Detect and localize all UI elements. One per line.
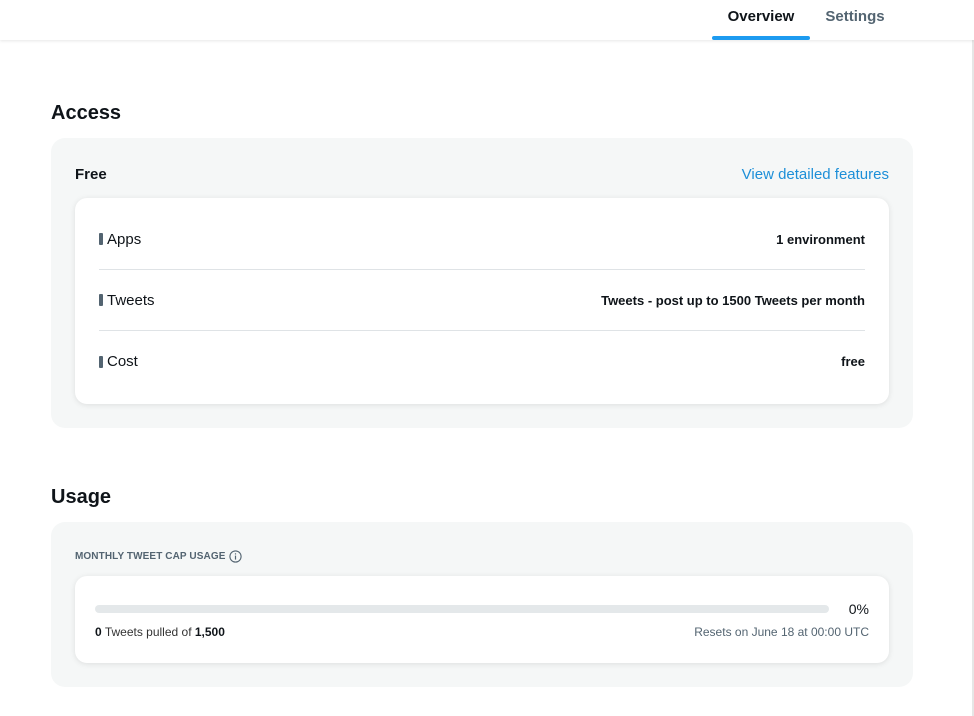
usage-section-title: Usage <box>51 486 112 508</box>
tweets-pulled-text: Tweets pulled of <box>104 625 192 639</box>
row-marker-icon <box>99 233 103 245</box>
access-panel: Free View detailed features Apps 1 envir… <box>51 138 913 428</box>
access-details-card: Apps 1 environment Tweets Tweets - post … <box>75 198 889 404</box>
access-row-value: free <box>841 354 865 369</box>
tweet-cap-total: 1,500 <box>194 625 225 639</box>
access-row-value: 1 environment <box>776 231 865 247</box>
tab-settings[interactable]: Settings <box>810 0 900 40</box>
access-row-value: Tweets - post up to 1500 Tweets per mont… <box>601 292 865 308</box>
info-circle-icon[interactable] <box>229 550 243 563</box>
monthly-tweet-cap-header: MONTHLY TWEET CAP USAGE <box>75 550 243 563</box>
access-row-tweets: Tweets Tweets - post up to 1500 Tweets p… <box>99 270 865 331</box>
access-row-label: Tweets <box>107 291 155 309</box>
access-row-apps: Apps 1 environment <box>99 209 865 270</box>
top-tab-bar: Overview Settings <box>0 0 974 40</box>
access-row-label: Apps <box>107 230 142 248</box>
tab-overview-label: Overview <box>727 8 795 25</box>
tweets-pulled-summary: 0 Tweets pulled of 1,500 <box>95 625 225 639</box>
access-row-cost: Cost free <box>99 331 865 392</box>
monthly-tweet-cap-label: MONTHLY TWEET CAP USAGE <box>75 551 226 562</box>
access-row-label: Cost <box>107 353 138 370</box>
row-marker-icon <box>99 294 103 306</box>
access-section-title: Access <box>51 102 122 124</box>
usage-card: 0% 0 Tweets pulled of 1,500 Resets on Ju… <box>75 576 889 663</box>
tweets-pulled-count: 0 <box>95 625 102 639</box>
active-tab-indicator <box>712 36 810 40</box>
tab-overview[interactable]: Overview <box>712 0 810 40</box>
usage-percent: 0% <box>848 601 869 617</box>
view-detailed-features-link[interactable]: View detailed features <box>742 166 889 183</box>
plan-name: Free <box>75 166 107 183</box>
tweet-cap-progress-bar <box>95 605 829 613</box>
tab-settings-label: Settings <box>825 8 885 25</box>
usage-panel: MONTHLY TWEET CAP USAGE 0% 0 Tweets pull… <box>51 522 913 687</box>
row-marker-icon <box>99 355 103 368</box>
usage-reset-date: Resets on June 18 at 00:00 UTC <box>694 625 869 639</box>
